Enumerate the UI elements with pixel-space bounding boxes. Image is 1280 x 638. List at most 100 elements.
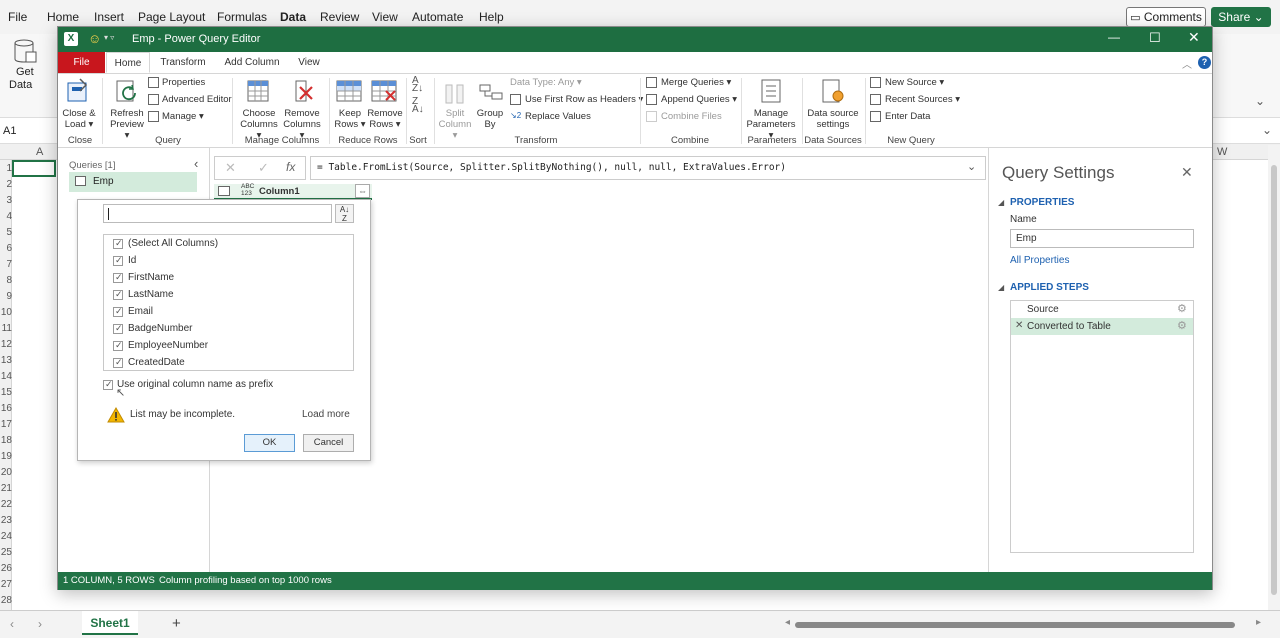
commit-formula-icon[interactable]: ✓ [258,160,269,176]
share-button[interactable]: Share ⌄ [1211,7,1271,27]
checkbox-checked[interactable]: ✓ [113,323,123,334]
refresh-preview-button[interactable]: Refresh Preview ▾ [110,77,144,141]
all-properties-link[interactable]: All Properties [1010,255,1069,266]
ok-label: OK [262,437,277,448]
step-converted-to-table[interactable]: ✕ Converted to Table ⚙ [1011,318,1193,335]
cancel-label: Cancel [313,437,344,448]
delete-step-icon[interactable]: ✕ [1015,320,1023,331]
checkbox-checked[interactable]: ✓ [113,255,123,266]
fx-icon[interactable]: fx [286,160,295,174]
maximize-icon[interactable]: ☐ [1149,30,1161,46]
column1-header[interactable]: ABC 123 Column1 ⇔ [214,183,372,200]
add-sheet-icon[interactable]: + [172,615,181,632]
remove-columns-button[interactable]: Remove Columns ▾ [282,77,322,141]
group-manage-columns: Manage Columns [244,135,320,146]
ok-button[interactable]: OK [244,434,295,452]
status-profiling[interactable]: Column profiling based on top 1000 rows [159,572,332,590]
excel-vertical-scrollbar[interactable] [1268,145,1280,610]
excel-horizontal-scroll-thumb[interactable] [795,622,1235,628]
excel-menu-data[interactable]: Data [280,10,306,24]
checkbox-checked[interactable]: ✓ [113,340,123,351]
excel-menu-review[interactable]: Review [320,10,359,24]
keep-rows-button[interactable]: Keep Rows ▾ [334,77,366,133]
properties-collapse-icon[interactable]: ◢ [998,198,1004,207]
load-more-link[interactable]: Load more [302,409,350,420]
group-parameters: Parameters [747,135,797,146]
checkbox-checked[interactable]: ✓ [113,238,123,249]
scroll-right-icon[interactable]: ▸ [1256,617,1261,628]
tab-view[interactable]: View [294,52,324,73]
checkbox-checked[interactable]: ✓ [113,272,123,283]
tab-file[interactable]: File [58,52,105,73]
excel-menu-file[interactable]: File [8,10,27,24]
name-box[interactable]: A1 [3,125,16,137]
tab-add-column[interactable]: Add Column [222,52,282,73]
excel-menu-automate[interactable]: Automate [412,10,463,24]
ribbon-expand-icon[interactable]: ⌄ [1255,94,1265,108]
excel-menu-help[interactable]: Help [479,10,504,24]
checkbox-checked[interactable]: ✓ [113,289,123,300]
excel-menu-formulas[interactable]: Formulas [217,10,267,24]
column-a-header[interactable]: A [36,146,43,158]
gear-icon[interactable]: ⚙ [1177,302,1187,315]
scroll-left-icon[interactable]: ◂ [785,617,790,628]
sheet-next-icon[interactable]: › [38,617,42,631]
excel-vertical-scroll-thumb[interactable] [1271,165,1277,595]
comments-label: Comments [1143,10,1202,24]
row-number: 4 [6,211,12,222]
data-source-settings-button[interactable]: Data source settings [806,77,860,133]
manage-parameters-button[interactable]: Manage Parameters ▾ [746,77,796,141]
close-load-button[interactable]: Close & Load ▾ [62,77,96,133]
formula-expand-icon[interactable]: ⌄ [1262,123,1272,137]
checkbox-checked[interactable]: ✓ [113,306,123,317]
excel-menu-home[interactable]: Home [47,10,79,24]
collapse-ribbon-icon[interactable]: ︿ [1182,56,1192,71]
column-option-label: CreatedDate [128,357,185,368]
formula-input[interactable]: = Table.FromList(Source, Splitter.SplitB… [310,156,986,180]
manage-label: Manage [162,111,197,122]
qat-dropdown-icon[interactable]: ▾ ▿ [104,33,114,42]
remove-rows-button[interactable]: Remove Rows ▾ [367,77,403,133]
expand-column-icon[interactable]: ⇔ [355,184,370,198]
collapse-queries-icon[interactable]: ‹ [194,156,198,171]
prefix-label: Use original column name as prefix [117,379,274,390]
column-search-input[interactable] [103,204,332,223]
cancel-button[interactable]: Cancel [303,434,354,452]
formula-expand-icon[interactable]: ⌄ [967,160,976,173]
excel-menu-insert[interactable]: Insert [94,10,124,24]
table-type-icon[interactable] [218,186,230,196]
comments-button[interactable]: ▭ Comments [1126,7,1206,27]
close-window-icon[interactable]: ✕ [1188,29,1200,46]
sheet-prev-icon[interactable]: ‹ [10,617,14,631]
gear-icon[interactable]: ⚙ [1177,319,1187,332]
row-number: 26 [0,563,12,574]
tab-transform[interactable]: Transform [156,52,210,73]
sheet-tab-sheet1[interactable]: Sheet1 [82,611,138,635]
cancel-formula-icon[interactable]: ✕ [225,160,236,176]
applied-steps-header: APPLIED STEPS [1010,282,1089,293]
column-type-icon[interactable]: ABC 123 [241,183,254,197]
sort-ascending-icon[interactable]: A Z↓ [412,76,426,94]
prefix-checkbox[interactable]: ✓ [103,379,113,390]
column-option-label: LastName [128,289,174,300]
column-w-header[interactable]: W [1217,146,1227,158]
choose-columns-button[interactable]: Choose Columns ▾ [238,77,278,141]
applied-steps-collapse-icon[interactable]: ◢ [998,283,1004,292]
help-icon[interactable]: ? [1198,56,1211,69]
get-data-label-2[interactable]: Data [9,79,32,91]
sort-columns-icon[interactable]: A↓ Z [335,204,354,223]
tab-home[interactable]: Home [106,52,150,73]
close-load-icon [66,77,90,105]
checkbox-checked[interactable]: ✓ [113,357,123,368]
query-item-emp[interactable]: Emp [69,172,197,192]
excel-menu-view[interactable]: View [372,10,398,24]
active-cell[interactable] [12,160,56,177]
sort-descending-icon[interactable]: Z A↓ [412,97,426,115]
excel-menu-page-layout[interactable]: Page Layout [138,10,205,24]
minimize-icon[interactable]: — [1108,30,1120,44]
group-by-button[interactable]: Group By [474,77,506,133]
query-name-input[interactable]: Emp [1010,229,1194,248]
smiley-icon[interactable]: ☺ [88,31,101,46]
step-source[interactable]: Source ⚙ [1011,301,1193,318]
close-settings-icon[interactable]: ✕ [1181,164,1193,181]
